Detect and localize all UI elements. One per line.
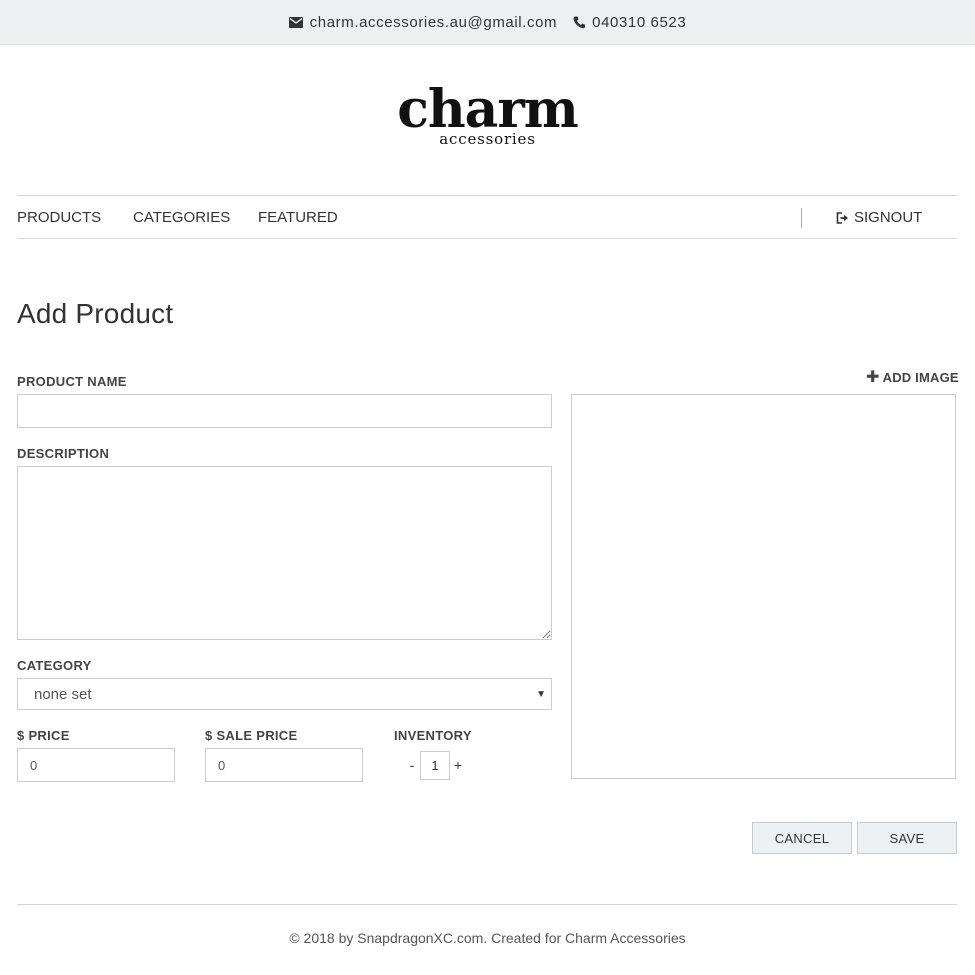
description-textarea[interactable] <box>17 466 552 640</box>
nav-divider <box>801 208 802 228</box>
sale-price-label: $ SALE PRICE <box>205 728 298 743</box>
main-nav: PRODUCTS CATEGORIES FEATURED SIGNOUT <box>17 195 957 239</box>
category-selected-value: none set <box>34 685 92 703</box>
footer-divider <box>17 904 957 905</box>
inventory-value-field[interactable]: 1 <box>420 751 450 780</box>
sign-out-icon <box>836 211 848 224</box>
product-name-label: PRODUCT NAME <box>17 374 127 389</box>
description-label: DESCRIPTION <box>17 446 110 461</box>
cancel-button[interactable]: CANCEL <box>752 822 852 854</box>
save-button[interactable]: SAVE <box>857 822 957 854</box>
inventory-decrement-button[interactable]: - <box>406 757 418 773</box>
logo-word: charm <box>397 79 579 140</box>
page-title: Add Product <box>17 298 174 329</box>
inventory-increment-button[interactable]: + <box>452 757 464 773</box>
product-name-input[interactable] <box>17 394 552 428</box>
nav-item-products[interactable]: PRODUCTS <box>17 209 101 226</box>
plus-icon: ✚ <box>866 369 880 386</box>
contact-phone-text: 040310 6523 <box>592 13 687 31</box>
signout-link[interactable]: SIGNOUT <box>836 209 922 226</box>
image-preview-area[interactable] <box>571 394 956 779</box>
chevron-down-icon: ▼ <box>536 689 546 700</box>
signout-label: SIGNOUT <box>854 209 923 226</box>
brand-logo[interactable]: charm accessories <box>0 79 975 148</box>
contact-email[interactable]: charm.accessories.au@gmail.com <box>288 13 558 31</box>
contact-phone[interactable]: 040310 6523 <box>573 14 686 31</box>
phone-icon <box>573 16 586 28</box>
price-input[interactable] <box>17 748 175 782</box>
inventory-label: INVENTORY <box>394 728 472 743</box>
category-select[interactable]: none set ▼ <box>17 678 552 710</box>
nav-item-categories[interactable]: CATEGORIES <box>133 209 230 226</box>
sale-price-input[interactable] <box>205 748 363 782</box>
contact-bar: charm.accessories.au@gmail.com 040310 65… <box>0 0 975 45</box>
add-image-button[interactable]: ✚ ADD IMAGE <box>866 369 959 386</box>
category-label: CATEGORY <box>17 658 92 673</box>
nav-item-featured[interactable]: FEATURED <box>258 209 338 226</box>
logo-subtitle: accessories <box>439 130 536 148</box>
price-label: $ PRICE <box>17 728 70 743</box>
envelope-icon <box>288 16 303 28</box>
contact-email-text: charm.accessories.au@gmail.com <box>309 13 558 31</box>
footer-text: © 2018 by SnapdragonXC.com. Created for … <box>289 930 686 946</box>
add-image-label: ADD IMAGE <box>882 370 959 385</box>
